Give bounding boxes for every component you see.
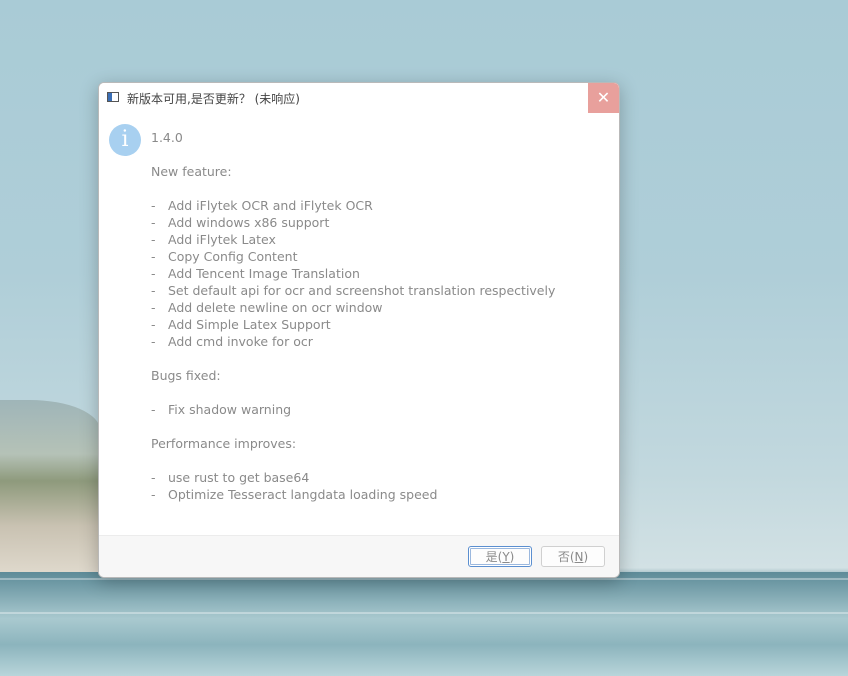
list-item-text: Add Tencent Image Translation — [168, 266, 360, 281]
list-item: - Add cmd invoke for ocr — [151, 333, 601, 350]
list-item: - Add Simple Latex Support — [151, 316, 601, 333]
update-message: 1.4.0 New feature: - Add iFlytek OCR and … — [151, 129, 601, 503]
list-item: - Fix shadow warning — [151, 401, 601, 418]
list-bullet: - — [151, 266, 156, 281]
list-item-text: Set default api for ocr and screenshot t… — [168, 283, 556, 298]
list-bullet: - — [151, 402, 156, 417]
list-bullet: - — [151, 249, 156, 264]
list-item: - Optimize Tesseract langdata loading spe… — [151, 486, 601, 503]
info-icon: i — [109, 124, 141, 156]
list-item-text: use rust to get base64 — [168, 470, 310, 485]
list-item: - Add iFlytek OCR and iFlytek OCR — [151, 197, 601, 214]
water-highlight — [0, 578, 848, 580]
list-item: - Add windows x86 support — [151, 214, 601, 231]
list-item-text: Fix shadow warning — [168, 402, 292, 417]
list-bullet: - — [151, 487, 156, 502]
dialog-button-bar: 是(Y) 否(N) — [99, 535, 619, 577]
close-button[interactable]: ✕ — [588, 83, 619, 113]
list-item-text: Add delete newline on ocr window — [168, 300, 383, 315]
list-bullet: - — [151, 232, 156, 247]
list-bullet: - — [151, 198, 156, 213]
new-feature-heading: New feature: — [151, 164, 232, 179]
list-item-text: Add Simple Latex Support — [168, 317, 331, 332]
new-feature-list: - Add iFlytek OCR and iFlytek OCR - Add win… — [151, 197, 601, 350]
list-item: - use rust to get base64 — [151, 469, 601, 486]
list-item-text: Add iFlytek OCR and iFlytek OCR — [168, 198, 373, 213]
list-bullet: - — [151, 283, 156, 298]
update-dialog: 新版本可用,是否更新？ (未响应) ✕ i 1.4.0 New feature:… — [98, 82, 620, 578]
bug-list: - Fix shadow warning — [151, 401, 601, 418]
performance-list: - use rust to get base64- Optimize Tessera… — [151, 469, 601, 503]
yes-button[interactable]: 是(Y) — [468, 546, 532, 567]
list-item: - Set default api for ocr and screenshot … — [151, 282, 601, 299]
dialog-titlebar[interactable]: 新版本可用,是否更新？ (未响应) ✕ — [99, 83, 619, 113]
list-item: - Copy Config Content — [151, 248, 601, 265]
performance-heading: Performance improves: — [151, 436, 297, 451]
close-icon: ✕ — [596, 88, 611, 107]
app-window-icon — [107, 92, 119, 102]
version-text: 1.4.0 — [151, 130, 183, 145]
list-item: - Add Tencent Image Translation — [151, 265, 601, 282]
list-bullet: - — [151, 300, 156, 315]
list-bullet: - — [151, 470, 156, 485]
list-bullet: - — [151, 334, 156, 349]
background-hill — [0, 400, 100, 580]
list-item-text: Add cmd invoke for ocr — [168, 334, 313, 349]
list-item: - Add delete newline on ocr window — [151, 299, 601, 316]
no-button[interactable]: 否(N) — [541, 546, 605, 567]
dialog-title: 新版本可用,是否更新？ (未响应) — [127, 92, 300, 106]
list-item-text: Copy Config Content — [168, 249, 298, 264]
list-bullet: - — [151, 215, 156, 230]
list-item-text: Optimize Tesseract langdata loading spee… — [168, 487, 438, 502]
list-item-text: Add windows x86 support — [168, 215, 330, 230]
water-highlight — [0, 612, 848, 614]
list-bullet: - — [151, 317, 156, 332]
bugs-heading: Bugs fixed: — [151, 368, 221, 383]
background-water — [0, 572, 848, 676]
list-item-text: Add iFlytek Latex — [168, 232, 276, 247]
list-item: - Add iFlytek Latex — [151, 231, 601, 248]
